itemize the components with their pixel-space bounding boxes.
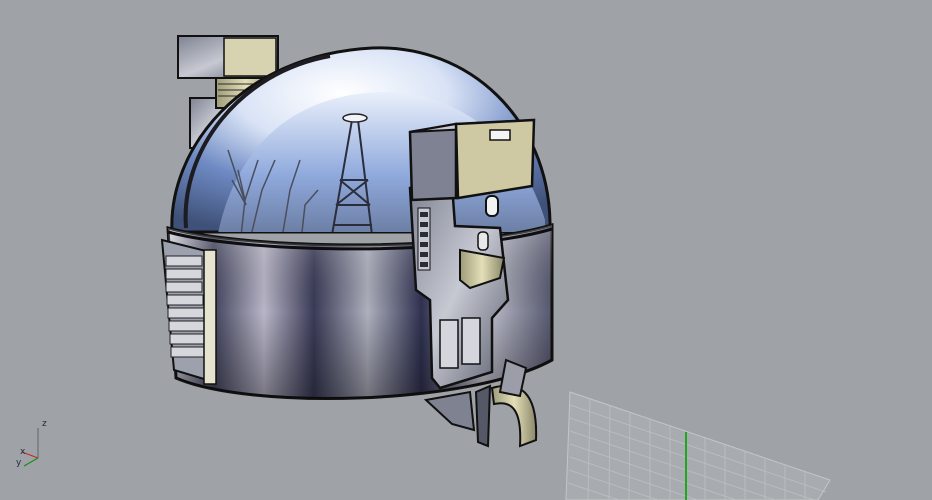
3d-viewport[interactable]: z x y xyxy=(0,0,932,500)
y-axis-line xyxy=(23,457,39,467)
viewport-canvas[interactable] xyxy=(0,0,932,500)
axis-y-label: y xyxy=(16,458,22,468)
axis-x-label: x xyxy=(20,447,26,457)
axis-z-label: z xyxy=(42,419,47,429)
construction-grid xyxy=(565,391,831,500)
side-vent-panel[interactable] xyxy=(160,238,217,385)
